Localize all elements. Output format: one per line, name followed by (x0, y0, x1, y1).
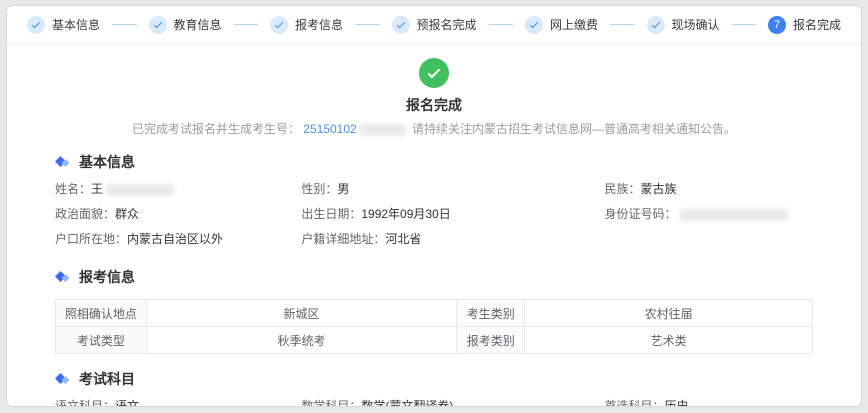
diamond-icon (55, 156, 70, 168)
step-connector (112, 24, 136, 25)
step-connector (355, 24, 379, 25)
redacted-name (106, 184, 174, 196)
step-current-number-icon: 7 (768, 16, 786, 34)
step-label: 现场确认 (672, 16, 720, 33)
step-online-payment: 网上缴费 (525, 16, 598, 34)
cell-application-category-label: 报考类别 (457, 327, 525, 354)
step-registration-complete: 7 报名完成 (768, 16, 841, 34)
field-name: 姓名：王 (55, 177, 301, 202)
step-label: 预报名完成 (417, 16, 477, 33)
step-onsite-confirmation: 现场确认 (647, 16, 720, 34)
section-header: 基本信息 (55, 152, 813, 172)
step-label: 基本信息 (52, 16, 100, 33)
section-basic-info: 基本信息 姓名：王 性别：男 民族：蒙古族 政治面貌：群众 出生日期：1992年… (7, 152, 861, 252)
field-first-choice-subject: 首选科目：历史 (605, 394, 813, 407)
step-done-check-icon (525, 16, 543, 34)
exam-number: 25150102 (303, 122, 356, 136)
cell-candidate-category-label: 考生类别 (457, 300, 525, 327)
step-connector (234, 24, 258, 25)
field-household-location: 户口所在地：内蒙古自治区以外 (55, 227, 301, 252)
step-preregistration-done: 预报名完成 (392, 16, 477, 34)
step-label: 报名完成 (793, 16, 841, 33)
field-empty (605, 227, 813, 252)
table-row: 照相确认地点 新城区 考生类别 农村往届 (56, 300, 813, 327)
step-basic-info: 基本信息 (27, 16, 100, 34)
cell-candidate-category-value: 农村往届 (525, 300, 813, 327)
step-done-check-icon (392, 16, 410, 34)
field-ethnicity: 民族：蒙古族 (605, 177, 813, 202)
step-education-info: 教育信息 (149, 16, 222, 34)
diamond-icon (55, 373, 70, 385)
section-title: 考试科目 (79, 369, 135, 389)
field-gender: 性别：男 (301, 177, 604, 202)
section-title: 基本信息 (79, 152, 135, 172)
cell-exam-type-value: 秋季统考 (146, 327, 456, 354)
redacted-exam-number (360, 124, 406, 136)
success-check-icon (419, 58, 449, 88)
step-done-check-icon (647, 16, 665, 34)
exam-subjects-grid: 语文科目：语文 数学科目：数学(蒙文翻译卷) 首选科目：历史 再选科目：化学(蒙… (55, 394, 813, 407)
field-political-status: 政治面貌：群众 (55, 202, 301, 227)
cell-photo-confirm-location-value: 新城区 (146, 300, 456, 327)
success-message-prefix: 已完成考试报名并生成考生号： (132, 122, 300, 136)
step-done-check-icon (270, 16, 288, 34)
application-info-table: 照相确认地点 新城区 考生类别 农村往届 考试类型 秋季统考 报考类别 艺术类 (55, 299, 813, 354)
step-connector (732, 24, 756, 25)
registration-complete-panel: 基本信息 教育信息 报考信息 预报名完成 网上缴费 现场确认 7 (6, 5, 862, 407)
basic-info-grid: 姓名：王 性别：男 民族：蒙古族 政治面貌：群众 出生日期：1992年09月30… (55, 177, 813, 252)
step-application-info: 报考信息 (270, 16, 343, 34)
section-exam-subjects: 考试科目 语文科目：语文 数学科目：数学(蒙文翻译卷) 首选科目：历史 再选科目… (7, 369, 861, 407)
success-message-suffix: 请持续关注内蒙古招生考试信息网—普通高考相关通知公告。 (412, 122, 736, 136)
step-done-check-icon (149, 16, 167, 34)
redacted-id-number (680, 209, 788, 221)
section-header: 报考信息 (55, 267, 813, 287)
diamond-icon (55, 271, 70, 283)
section-header: 考试科目 (55, 369, 813, 389)
section-title: 报考信息 (79, 267, 135, 287)
step-connector (489, 24, 513, 25)
field-math-subject: 数学科目：数学(蒙文翻译卷) (301, 394, 604, 407)
field-birth-date: 出生日期：1992年09月30日 (301, 202, 604, 227)
field-id-number: 身份证号码： (605, 202, 813, 227)
cell-exam-type-label: 考试类型 (56, 327, 147, 354)
step-label: 教育信息 (174, 16, 222, 33)
step-done-check-icon (27, 16, 45, 34)
success-block: 报名完成 已完成考试报名并生成考生号： 25150102 请持续关注内蒙古招生考… (7, 44, 861, 137)
table-row: 考试类型 秋季统考 报考类别 艺术类 (56, 327, 813, 354)
success-title: 报名完成 (7, 95, 861, 115)
section-application-info: 报考信息 照相确认地点 新城区 考生类别 农村往届 考试类型 秋季统考 报考类别… (7, 267, 861, 354)
step-label: 报考信息 (295, 16, 343, 33)
field-chinese-subject: 语文科目：语文 (55, 394, 301, 407)
wizard-stepper: 基本信息 教育信息 报考信息 预报名完成 网上缴费 现场确认 7 (7, 6, 861, 44)
field-household-address: 户籍详细地址：河北省 (301, 227, 604, 252)
step-connector (610, 24, 634, 25)
cell-photo-confirm-location-label: 照相确认地点 (56, 300, 147, 327)
success-message: 已完成考试报名并生成考生号： 25150102 请持续关注内蒙古招生考试信息网—… (7, 120, 861, 137)
cell-application-category-value: 艺术类 (525, 327, 813, 354)
step-label: 网上缴费 (550, 16, 598, 33)
